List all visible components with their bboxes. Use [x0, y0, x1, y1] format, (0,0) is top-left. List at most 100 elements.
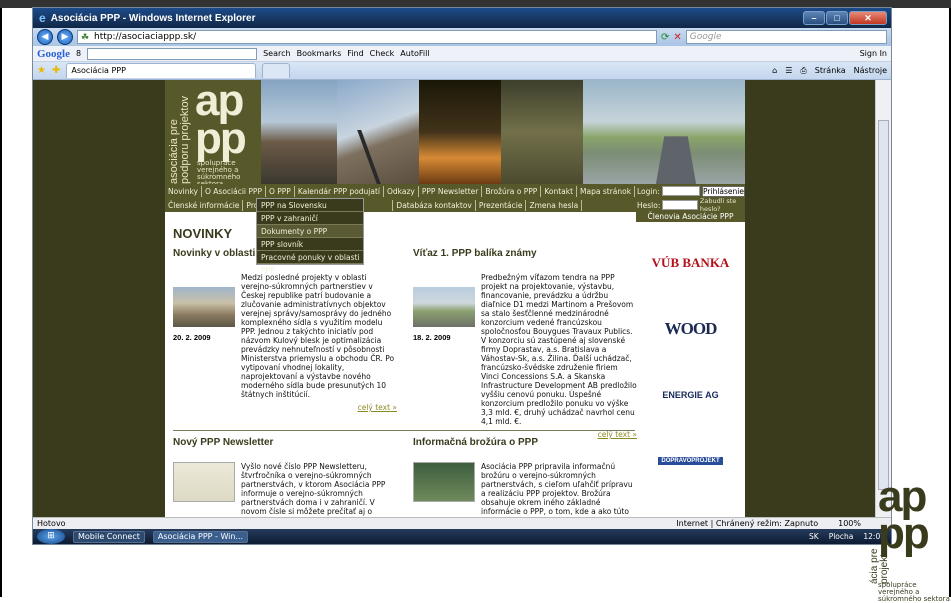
- language-indicator[interactable]: SK: [809, 532, 819, 541]
- site-logo[interactable]: asociácia pre podporu projektov ap pp sp…: [165, 80, 261, 188]
- divider: [173, 430, 635, 431]
- forward-button[interactable]: ▶: [57, 29, 73, 45]
- scrollbar-thumb[interactable]: [878, 120, 889, 490]
- login-input[interactable]: [661, 186, 701, 196]
- maximize-button[interactable]: □: [826, 11, 848, 25]
- brochure-thumbnail: [413, 462, 475, 502]
- menu-kalendar[interactable]: Kalendár PPP podujatí: [295, 185, 385, 197]
- menu-prezentacie[interactable]: Prezentácie: [476, 199, 527, 211]
- ie-icon: e: [39, 11, 46, 25]
- zoom-level[interactable]: 100%: [838, 519, 861, 528]
- logo-vertical-text: asociácia pre podporu projektov: [168, 95, 191, 184]
- close-button[interactable]: ✕: [849, 11, 887, 25]
- sign-in-button[interactable]: Sign In: [860, 49, 887, 58]
- header-photo-building: [261, 80, 337, 184]
- corner-logo: ap pp ácia pre projektov spolupráce vere…: [869, 475, 951, 603]
- logo-big-text: ap pp: [195, 80, 247, 163]
- autofill-button[interactable]: AutoFill: [400, 49, 429, 58]
- page-menu[interactable]: Stránka: [815, 66, 846, 76]
- menu-mapa[interactable]: Mapa stránok: [577, 185, 636, 197]
- dopravoprojekt-logo: DOPRAVOPROJEKT: [658, 457, 723, 465]
- dropdown-item[interactable]: PPP na Slovensku: [257, 199, 363, 212]
- vub-logo: VÚB BANKA: [651, 255, 730, 270]
- minimize-button[interactable]: –: [803, 11, 825, 25]
- header-photo-railway: [337, 80, 419, 184]
- dropdown-item[interactable]: Pracovné ponuky v oblasti PPP: [257, 251, 363, 275]
- status-text: Hotovo: [37, 519, 66, 528]
- article-text: Asociácia PPP pripravila informačnú brož…: [481, 462, 633, 516]
- tools-menu[interactable]: Nástroje: [854, 66, 887, 76]
- taskbar-item[interactable]: Asociácia PPP - Win...: [152, 530, 249, 543]
- login-label: Login:: [637, 186, 660, 196]
- desktop-toolbar[interactable]: Plocha: [829, 532, 854, 541]
- login-button[interactable]: Prihlásenie: [702, 185, 745, 197]
- sponsor-energie[interactable]: ENERGIE AG: [636, 370, 745, 420]
- password-label: Heslo:: [637, 200, 661, 210]
- address-bar: ◀ ▶ ☘ http://asociaciappp.sk/ ⟳ ✕ Google: [33, 28, 891, 46]
- refresh-icon[interactable]: ⟳: [661, 32, 669, 43]
- header-photo-hall: [501, 80, 583, 184]
- back-button[interactable]: ◀: [37, 29, 53, 45]
- menu-o-asociacii[interactable]: O Asociácii PPP: [202, 185, 266, 197]
- site-header: asociácia pre podporu projektov ap pp sp…: [165, 80, 745, 188]
- dropdown-item[interactable]: PPP slovník: [257, 238, 363, 251]
- password-input[interactable]: [662, 200, 698, 210]
- favorites-star-icon[interactable]: ★: [37, 65, 46, 76]
- google-toolbar-label: 8: [76, 49, 82, 58]
- menu-novinky[interactable]: Novinky: [165, 185, 202, 197]
- article-text: Medzi posledné projekty v oblasti verejn…: [241, 273, 395, 399]
- url-text: http://asociaciappp.sk/: [94, 32, 197, 42]
- tab-active[interactable]: Asociácia PPP: [66, 63, 257, 78]
- article: Nový PPP Newsletter Vyšlo nové číslo PPP…: [173, 437, 397, 516]
- members-title: Členovia Asociácie PPP: [636, 212, 745, 222]
- article-title[interactable]: Nový PPP Newsletter: [173, 437, 397, 448]
- print-icon[interactable]: ⎙: [800, 66, 806, 76]
- search-input[interactable]: Google: [685, 30, 887, 44]
- dropdown-item[interactable]: Dokumenty o PPP: [257, 225, 363, 238]
- menu-newsletter[interactable]: PPP Newsletter: [419, 185, 483, 197]
- page-viewport: asociácia pre podporu projektov ap pp sp…: [33, 80, 891, 517]
- menu-clenske[interactable]: Členské informácie: [165, 199, 244, 211]
- new-tab-button[interactable]: [262, 63, 291, 78]
- article-photo: [413, 287, 475, 327]
- read-more-link[interactable]: celý text »: [173, 403, 397, 412]
- title-bar: e Asociácia PPP - Windows Internet Explo…: [33, 8, 891, 28]
- google-search-button[interactable]: Search: [263, 49, 290, 58]
- menu-odkazy[interactable]: Odkazy: [384, 185, 419, 197]
- add-favorites-icon[interactable]: ✚: [52, 65, 60, 76]
- article-date: 18. 2. 2009: [413, 333, 451, 342]
- o-ppp-dropdown: PPP na Slovensku PPP v zahraničí Dokumen…: [256, 198, 364, 275]
- url-field[interactable]: ☘ http://asociaciappp.sk/: [77, 30, 657, 44]
- sponsor-vub[interactable]: VÚB BANKA: [636, 238, 745, 288]
- find-button[interactable]: Find: [347, 49, 363, 58]
- main-menu: Novinky O Asociácii PPP O PPP Kalendár P…: [165, 184, 636, 198]
- article-title[interactable]: Informačná brožúra o PPP: [413, 437, 637, 448]
- taskbar-item[interactable]: Mobile Connect: [73, 530, 145, 543]
- bookmarks-button[interactable]: Bookmarks: [297, 49, 342, 58]
- home-icon[interactable]: ⌂: [772, 66, 777, 76]
- forgot-password-link[interactable]: Zabudli ste heslo?: [700, 197, 745, 213]
- article: Novinky v oblasti čes... 20. 2. 2009 Med…: [173, 248, 397, 412]
- article-title[interactable]: Víťaz 1. PPP balíka známy: [413, 248, 637, 259]
- sponsor-dopravoprojekt[interactable]: DOPRAVOPROJEKT: [636, 436, 745, 486]
- menu-kontakt[interactable]: Kontakt: [541, 185, 578, 197]
- check-button[interactable]: Check: [370, 49, 395, 58]
- newsletter-thumbnail: [173, 462, 235, 502]
- feeds-icon[interactable]: ☰: [785, 66, 792, 76]
- wood-logo: WOOD: [664, 319, 718, 338]
- article: Víťaz 1. PPP balíka známy 18. 2. 2009 Pr…: [413, 248, 637, 439]
- stop-icon[interactable]: ✕: [673, 32, 681, 43]
- google-search-field[interactable]: [87, 47, 258, 60]
- dropdown-item[interactable]: PPP v zahraničí: [257, 212, 363, 225]
- article-photo: [173, 287, 235, 327]
- article: Informačná brožúra o PPP Asociácia PPP p…: [413, 437, 637, 516]
- menu-databaza[interactable]: Databáza kontaktov: [393, 199, 476, 211]
- favicon-icon: ☘: [81, 33, 90, 43]
- menu-zmena-hesla[interactable]: Zmena hesla: [526, 199, 583, 211]
- start-button[interactable]: ⊞: [37, 529, 65, 544]
- menu-o-ppp[interactable]: O PPP: [266, 185, 295, 197]
- outer-top-bar: [0, 0, 951, 8]
- sponsor-wood[interactable]: WOOD: [636, 304, 745, 354]
- menu-brozura[interactable]: Brožúra o PPP: [482, 185, 542, 197]
- vertical-scrollbar[interactable]: [875, 80, 891, 517]
